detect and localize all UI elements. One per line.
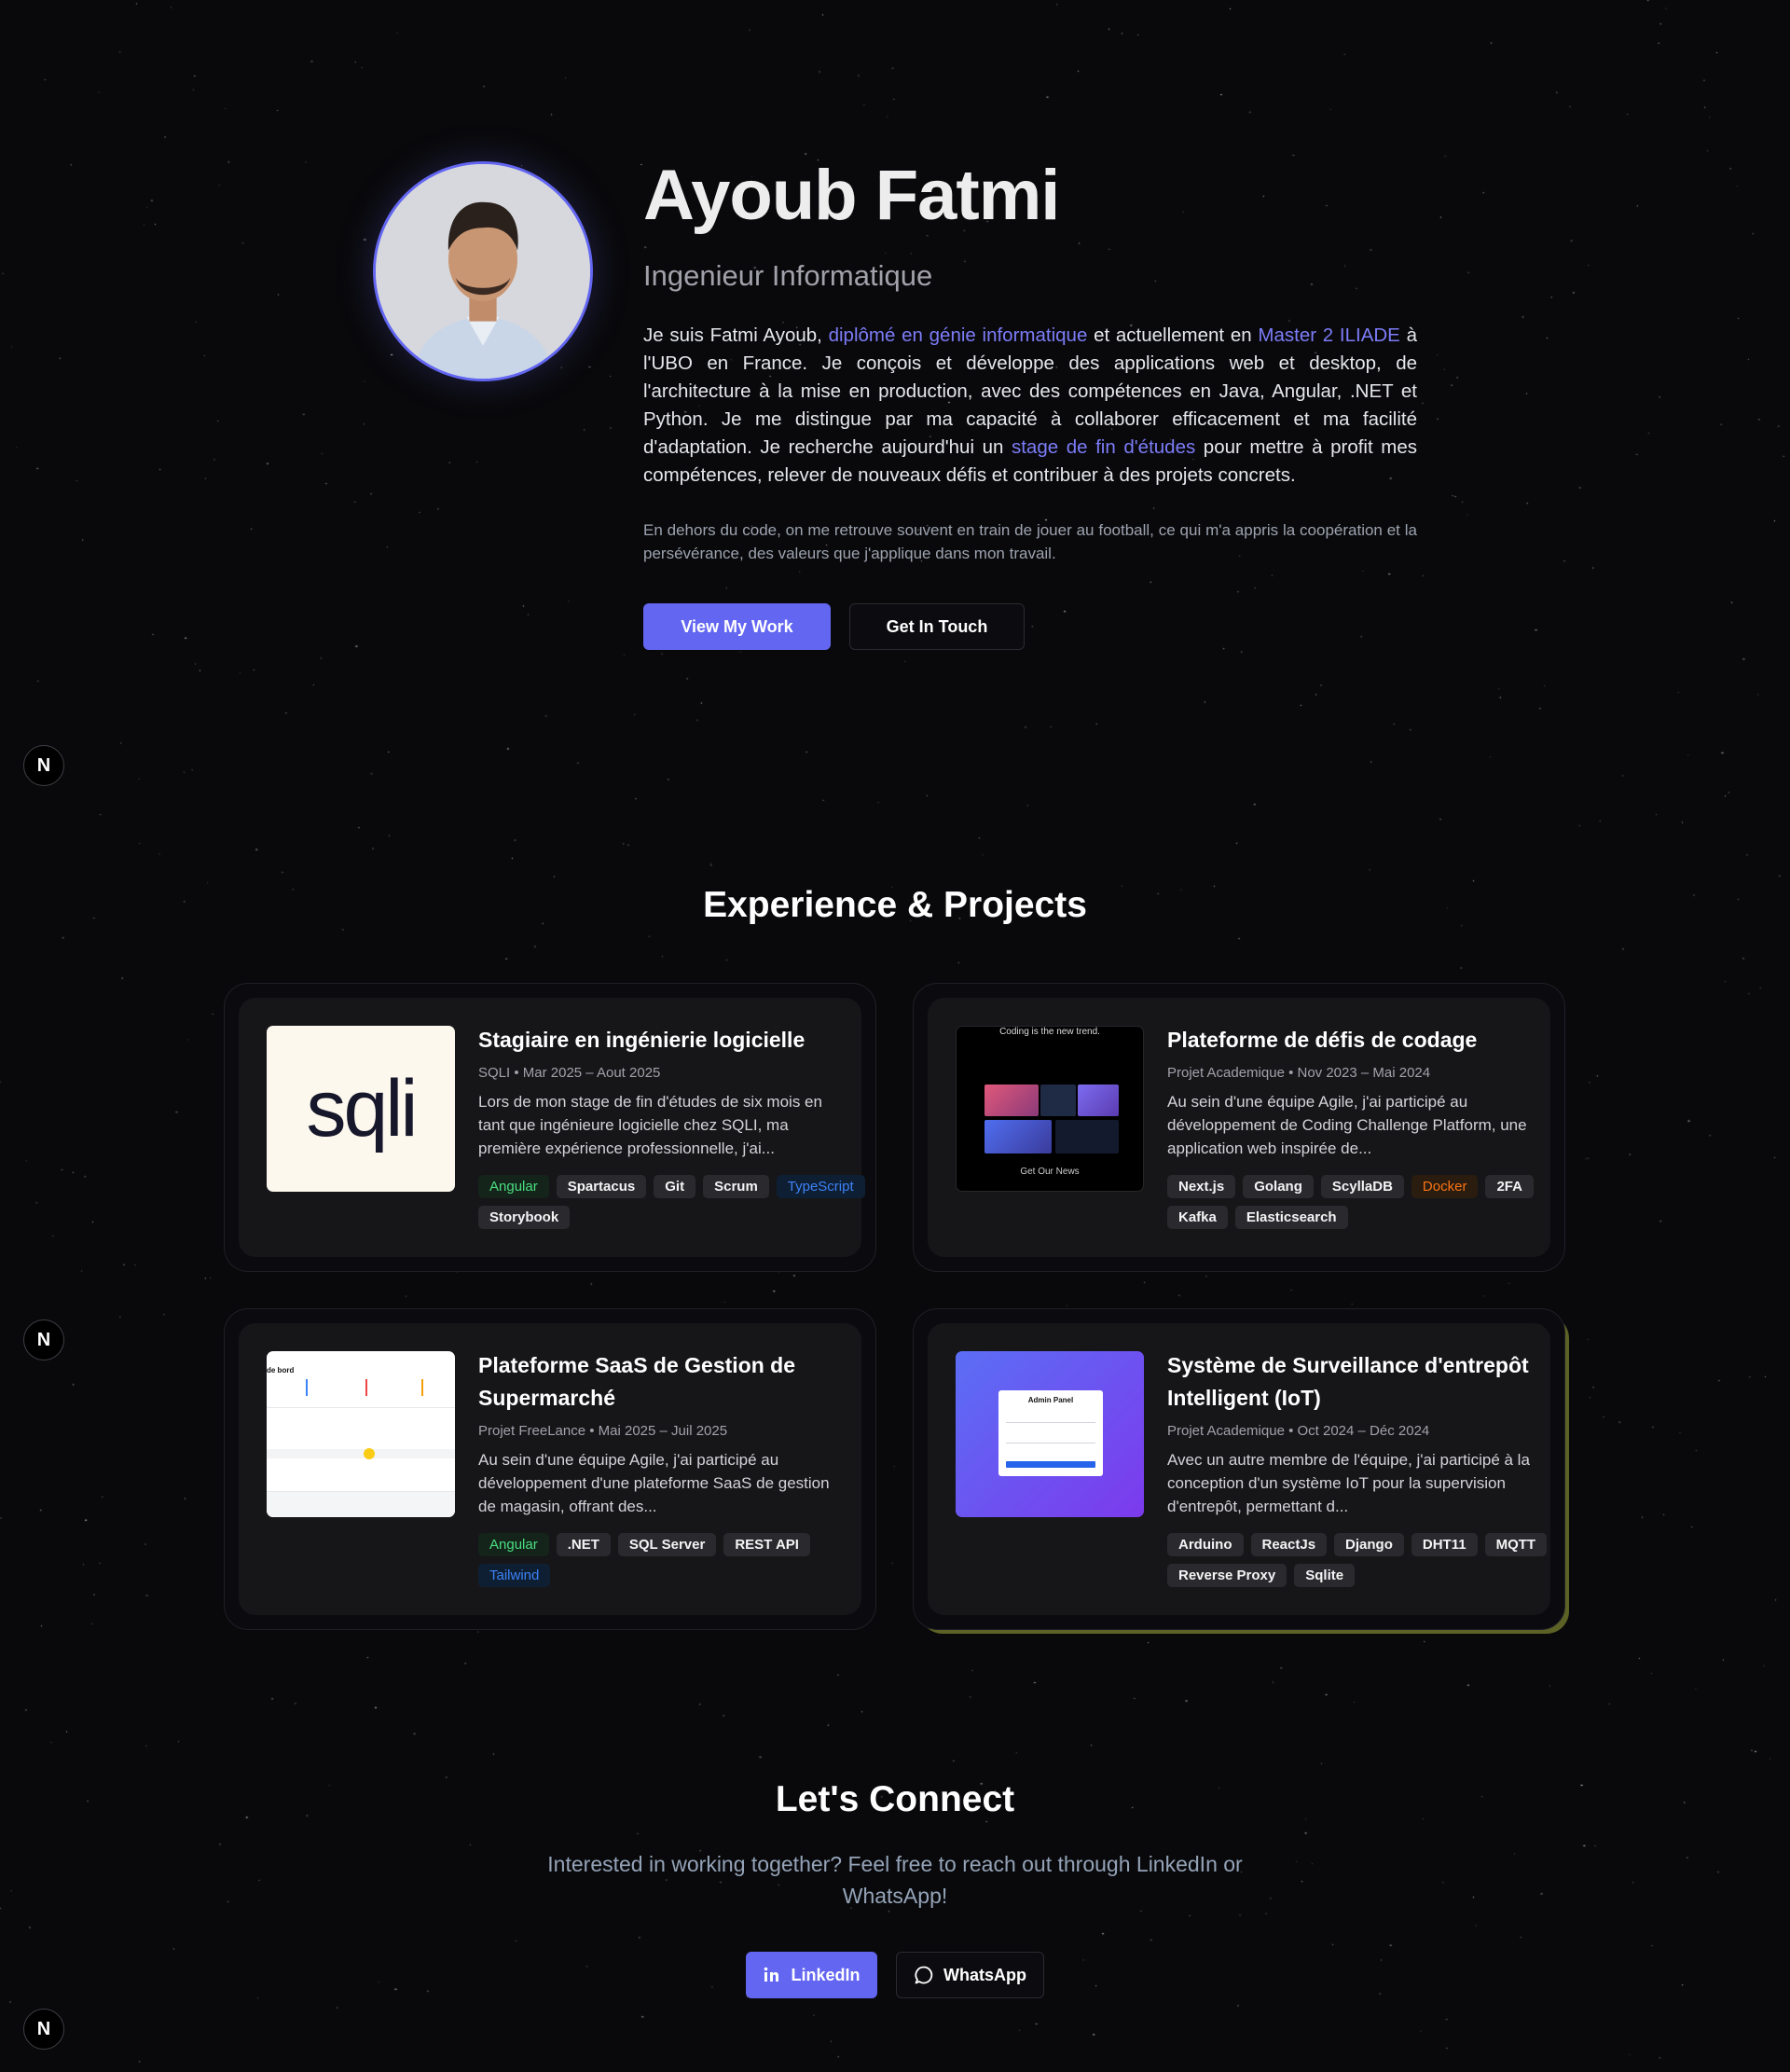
- card-body: sqli Stagiaire en ingénierie logicielle …: [239, 998, 865, 1257]
- card-meta: SQLI • Mar 2025 – Aout 2025: [478, 1065, 661, 1081]
- experience-card[interactable]: Coding is the new trend. Get Our News Pl…: [913, 983, 1565, 1272]
- tag: Angular: [478, 1533, 549, 1556]
- tag: Arduino: [1167, 1533, 1244, 1556]
- connect-section-title: Let's Connect: [775, 1779, 1015, 1819]
- tag: Git: [654, 1175, 696, 1198]
- view-my-work-button[interactable]: View My Work: [643, 603, 831, 650]
- bio-highlight-internship: stage de fin d'études: [1011, 436, 1196, 458]
- experience-section-title: Experience & Projects: [703, 885, 1087, 925]
- iot-admin-panel-screenshot: Admin Panel: [956, 1351, 1144, 1517]
- card-title: Système de Surveillance d'entrepôt Intel…: [1167, 1353, 1529, 1410]
- screenshot-label: de bord: [267, 1366, 295, 1374]
- card-description: Avec un autre membre de l'équipe, j'ai p…: [1167, 1451, 1530, 1515]
- card-meta: Projet FreeLance • Mai 2025 – Juil 2025: [478, 1423, 728, 1439]
- tag: Tailwind: [478, 1564, 551, 1587]
- card-body: de bord Plateforme SaaS de Gestion de Su…: [239, 1323, 861, 1615]
- hero-hobbies-text: En dehors du code, on me retrouve souven…: [643, 521, 1417, 562]
- coding-platform-screenshot: Coding is the new trend. Get Our News: [956, 1026, 1144, 1192]
- profile-avatar: [373, 161, 593, 381]
- whatsapp-icon: [915, 1966, 933, 1984]
- screenshot-footer: Get Our News: [1020, 1167, 1080, 1177]
- card-meta: Projet Academique • Oct 2024 – Déc 2024: [1167, 1423, 1430, 1439]
- tag: ReactJs: [1250, 1533, 1328, 1556]
- bio-text-2: et actuellement en: [1087, 325, 1259, 346]
- tag: Next.js: [1167, 1175, 1236, 1198]
- screenshot-headline: Coding is the new trend.: [999, 1027, 1100, 1037]
- tag: TypeScript: [776, 1175, 865, 1198]
- sqli-logo-text: sqli: [267, 1026, 455, 1192]
- supermarket-dashboard-screenshot: de bord: [267, 1351, 455, 1517]
- linkedin-button[interactable]: LinkedIn: [746, 1952, 877, 1998]
- tag: 2FA: [1485, 1175, 1534, 1198]
- card-title: Stagiaire en ingénierie logicielle: [478, 1028, 806, 1052]
- tag: Angular: [478, 1175, 549, 1198]
- card-description: Au sein d'une équipe Agile, j'ai partici…: [478, 1451, 830, 1515]
- tag-list: Angular .NET SQL Server REST API Tailwin…: [478, 1533, 870, 1587]
- card-body: Admin Panel Système de Surveillance d'en…: [928, 1323, 1550, 1615]
- tag: SQL Server: [617, 1533, 717, 1556]
- tag: Scrum: [703, 1175, 769, 1198]
- hero-subtitle: Ingenieur Informatique: [643, 259, 933, 292]
- tag: DHT11: [1411, 1533, 1478, 1556]
- profile-photo: [376, 164, 590, 379]
- sqli-logo-image: sqli: [267, 1026, 455, 1192]
- experience-card[interactable]: sqli Stagiaire en ingénierie logicielle …: [224, 983, 876, 1272]
- hero-bio: Je suis Fatmi Ayoub, diplômé en génie in…: [643, 322, 1417, 490]
- tag-list: Next.js Golang ScyllaDB Docker 2FA Kafka…: [1167, 1175, 1559, 1229]
- nextjs-badge-icon[interactable]: N: [23, 1319, 64, 1361]
- tag: .NET: [556, 1533, 611, 1556]
- get-in-touch-button[interactable]: Get In Touch: [849, 603, 1025, 650]
- tag: ScyllaDB: [1320, 1175, 1404, 1198]
- nextjs-badge-icon[interactable]: N: [23, 745, 64, 786]
- tag: Kafka: [1167, 1206, 1228, 1229]
- card-description: Lors de mon stage de fin d'études de six…: [478, 1093, 822, 1157]
- hero-name: Ayoub Fatmi: [643, 156, 1060, 235]
- bio-highlight-master: Master 2 ILIADE: [1258, 325, 1400, 346]
- card-title: Plateforme de défis de codage: [1167, 1028, 1478, 1052]
- tag-list: Arduino ReactJs Django DHT11 MQTT Revers…: [1167, 1533, 1559, 1587]
- bio-highlight-degree: diplômé en génie informatique: [828, 325, 1088, 346]
- card-body: Coding is the new trend. Get Our News Pl…: [928, 998, 1550, 1257]
- experience-card[interactable]: de bord Plateforme SaaS de Gestion de Su…: [224, 1308, 876, 1630]
- experience-card[interactable]: Admin Panel Système de Surveillance d'en…: [913, 1308, 1565, 1630]
- tag: MQTT: [1484, 1533, 1548, 1556]
- card-title: Plateforme SaaS de Gestion de Supermarch…: [478, 1353, 796, 1410]
- whatsapp-label: WhatsApp: [943, 1965, 1026, 1984]
- tag: Reverse Proxy: [1167, 1564, 1287, 1587]
- tag: Django: [1334, 1533, 1404, 1556]
- nextjs-badge-icon[interactable]: N: [23, 2009, 64, 2050]
- linkedin-label: LinkedIn: [791, 1965, 861, 1984]
- tag: Storybook: [478, 1206, 571, 1229]
- screenshot-label: Admin Panel: [1027, 1396, 1074, 1404]
- whatsapp-button[interactable]: WhatsApp: [896, 1952, 1044, 1998]
- tag: Elasticsearch: [1234, 1206, 1348, 1229]
- card-description: Au sein d'une équipe Agile, j'ai partici…: [1167, 1093, 1527, 1157]
- tag: REST API: [723, 1533, 810, 1556]
- tag: Spartacus: [556, 1175, 647, 1198]
- bio-text-1: Je suis Fatmi Ayoub,: [643, 325, 829, 346]
- tag: Docker: [1411, 1175, 1479, 1198]
- connect-description: Interested in working together? Feel fre…: [547, 1852, 1243, 1908]
- tag: Sqlite: [1294, 1564, 1356, 1587]
- card-meta: Projet Academique • Nov 2023 – Mai 2024: [1167, 1065, 1431, 1081]
- tag-list: Angular Spartacus Git Scrum TypeScript S…: [478, 1175, 870, 1229]
- tag: Golang: [1243, 1175, 1314, 1198]
- linkedin-icon: [764, 1967, 779, 1982]
